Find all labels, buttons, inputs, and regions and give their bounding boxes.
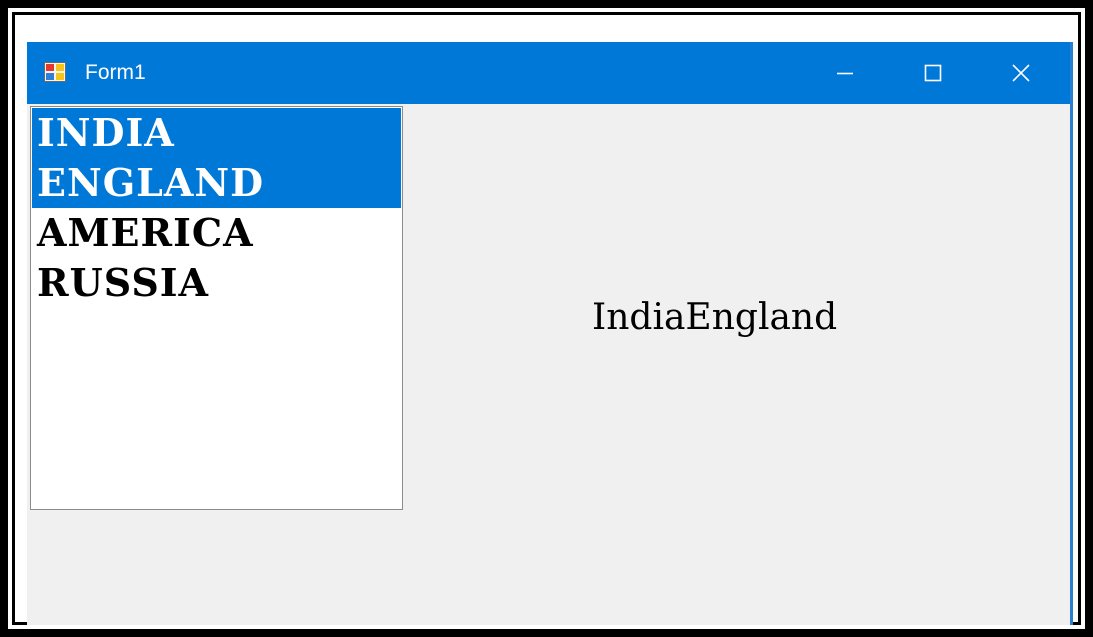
close-icon [1012, 64, 1030, 82]
minimize-button[interactable] [803, 42, 887, 104]
form-window: Form1 INDIA ENGLAND AMERICA RUSSIA India… [27, 42, 1073, 625]
selected-items-label: IndiaEngland [592, 297, 838, 338]
list-item-england[interactable]: ENGLAND [32, 158, 401, 208]
winforms-app-icon [44, 62, 66, 82]
title-bar[interactable]: Form1 [27, 42, 1070, 104]
list-item-america[interactable]: AMERICA [32, 208, 401, 258]
close-button[interactable] [979, 42, 1063, 104]
maximize-icon [924, 64, 942, 82]
window-title: Form1 [85, 61, 146, 84]
maximize-button[interactable] [891, 42, 975, 104]
list-item-india[interactable]: INDIA [32, 108, 401, 158]
list-item-russia[interactable]: RUSSIA [32, 258, 401, 308]
country-listbox[interactable]: INDIA ENGLAND AMERICA RUSSIA [30, 106, 403, 510]
minimize-icon [837, 72, 853, 75]
